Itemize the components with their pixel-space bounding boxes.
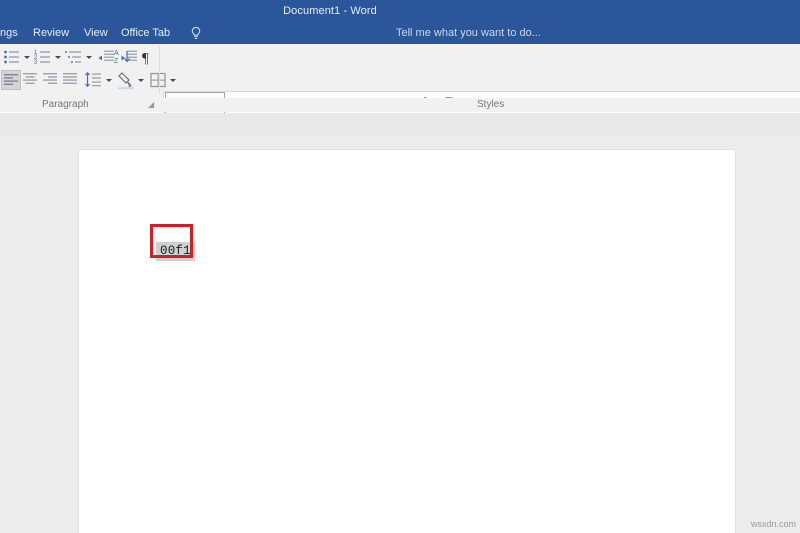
paragraph-dialog-launcher[interactable]: ◢ [148, 100, 157, 109]
show-formatting-marks-icon[interactable]: ¶ [138, 47, 158, 67]
borders-dropdown-caret[interactable] [169, 70, 176, 90]
svg-text:3: 3 [34, 60, 38, 66]
watermark: wsxdn.com [750, 519, 796, 529]
shading-icon[interactable] [116, 70, 136, 90]
ruler[interactable] [0, 113, 800, 244]
bullets-icon[interactable] [2, 47, 22, 67]
group-label-paragraph: Paragraph [42, 99, 89, 110]
multilevel-list-dropdown-caret[interactable] [85, 47, 92, 67]
align-center-icon[interactable] [21, 70, 41, 90]
tab-review[interactable]: Review [33, 22, 69, 44]
tell-me-label: Tell me what you want to do... [396, 27, 541, 39]
line-spacing-icon[interactable] [84, 70, 104, 90]
group-label-styles: Styles [477, 99, 505, 110]
align-left-icon[interactable] [1, 70, 21, 90]
word-window: Document1 - Word ngs Review View Office … [0, 0, 800, 533]
ribbon-group-label-row: Paragraph ◢ Styles [0, 98, 800, 112]
align-right-icon[interactable] [41, 70, 61, 90]
ribbon-tab-strip: ngs Review View Office Tab Tell me what … [0, 22, 800, 44]
document-page[interactable]: 00f1 [79, 150, 735, 533]
svg-text:¶: ¶ [142, 51, 149, 67]
document-text-selection[interactable]: 00f1 [156, 242, 195, 261]
sort-icon[interactable]: A Z [113, 47, 133, 67]
bullets-dropdown-caret[interactable] [23, 47, 30, 67]
line-spacing-dropdown-caret[interactable] [105, 70, 112, 90]
shading-dropdown-caret[interactable] [137, 70, 144, 90]
tab-view[interactable]: View [84, 22, 108, 44]
group-divider [159, 46, 160, 94]
window-title: Document1 - Word [283, 5, 377, 17]
numbering-icon[interactable]: 1 2 3 [33, 47, 53, 67]
svg-text:A: A [114, 50, 119, 57]
svg-text:Z: Z [114, 58, 119, 65]
tab-office-tab[interactable]: Office Tab [121, 22, 170, 44]
lightbulb-icon [190, 26, 202, 40]
multilevel-list-icon[interactable] [64, 47, 84, 67]
borders-icon[interactable] [148, 70, 168, 90]
document-canvas[interactable]: 00f1 wsxdn.com [0, 135, 800, 533]
title-bar: Document1 - Word [0, 0, 800, 22]
tab-mailings[interactable]: ngs [0, 22, 18, 44]
justify-icon[interactable] [61, 70, 81, 90]
numbering-dropdown-caret[interactable] [54, 47, 61, 67]
